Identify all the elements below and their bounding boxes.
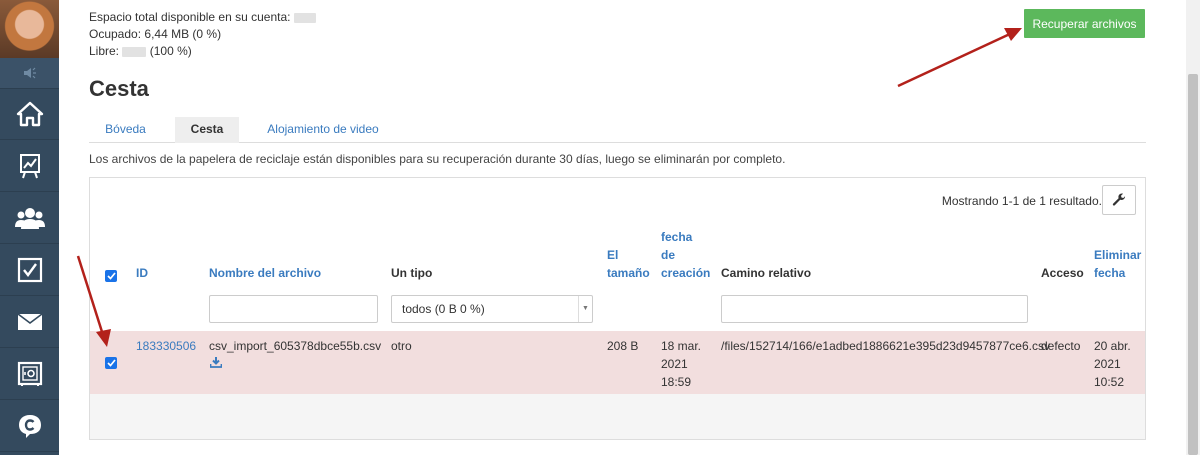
tab-boveda[interactable]: Bóveda (89, 117, 162, 143)
storage-used-value: 6,44 MB (0 %) (144, 27, 222, 41)
storage-total: Espacio total disponible en su cuenta: (89, 9, 316, 26)
file-type: otro (391, 339, 412, 353)
page-title: Cesta (89, 76, 149, 101)
tab-bar: Bóveda Cesta Alojamiento de video (89, 117, 1146, 143)
page-scrollbar[interactable] (1186, 0, 1200, 455)
check-icon (106, 359, 116, 367)
storage-total-label: Espacio total disponible en su cuenta: (89, 10, 291, 24)
date-line: 20 abr. (1094, 339, 1131, 353)
file-id-link[interactable]: 183330506 (136, 337, 196, 355)
row-checkbox[interactable] (105, 357, 117, 369)
column-header-id[interactable]: ID (136, 264, 148, 282)
speaker-icon (23, 67, 36, 79)
avatar[interactable] (0, 0, 59, 58)
column-header-type: Un tipo (391, 266, 433, 280)
chevron-down-icon: ▼ (578, 296, 592, 322)
date-line: 2021 (661, 357, 688, 371)
chart-board-icon (19, 153, 40, 178)
column-header-delete-date[interactable]: Eliminar fecha (1094, 246, 1141, 282)
envelope-icon (17, 312, 42, 330)
header-line: de (661, 248, 676, 262)
safe-icon (17, 361, 42, 386)
date-line: 10:52 (1094, 375, 1125, 389)
header-line: El (607, 248, 619, 262)
sidebar-item-mail[interactable] (0, 296, 59, 348)
redacted-value (122, 46, 147, 57)
date-line: 18 mar. (661, 339, 702, 353)
sidebar-item-support[interactable] (0, 400, 59, 452)
select-all-checkbox[interactable] (105, 270, 117, 282)
storage-used: Ocupado: 6,44 MB (0 %) (89, 26, 316, 43)
name-filter-input[interactable] (209, 295, 378, 323)
home-icon (16, 101, 43, 127)
file-size: 208 B (607, 339, 639, 353)
redacted-value (293, 12, 316, 23)
storage-free-label: Libre: (89, 44, 120, 58)
recover-files-button[interactable]: Recuperar archivos (1024, 9, 1145, 38)
sound-toggle[interactable] (0, 58, 59, 88)
file-access: defecto (1041, 339, 1081, 353)
column-header-created[interactable]: fecha de creación (661, 228, 710, 282)
checkbox-icon (17, 257, 42, 282)
header-line: fecha (661, 230, 693, 244)
tab-video-hosting[interactable]: Alojamiento de video (253, 117, 393, 143)
file-path: /files/152714/166/e1adbed1886621e395d23d… (721, 339, 1050, 353)
table-footer (90, 394, 1145, 439)
column-header-size[interactable]: El tamaño (607, 246, 650, 282)
storage-free-value: (100 %) (149, 44, 192, 58)
info-text: Los archivos de la papelera de reciclaje… (89, 152, 786, 166)
sidebar-item-statistics[interactable] (0, 140, 59, 192)
sidebar (0, 0, 59, 455)
download-icon[interactable] (209, 357, 223, 371)
file-created-date: 18 mar. 2021 18:59 (661, 337, 701, 391)
storage-info: Espacio total disponible en su cuenta: O… (89, 9, 316, 60)
header-line: Eliminar (1094, 248, 1142, 262)
header-line: tamaño (607, 266, 650, 280)
sidebar-item-users[interactable] (0, 192, 59, 244)
type-filter-value: todos (0 B 0 %) (402, 302, 485, 316)
scrollbar-thumb[interactable] (1188, 74, 1198, 455)
header-line: fecha (1094, 266, 1126, 280)
result-summary: Mostrando 1-1 de 1 resultado. (941, 194, 1102, 208)
date-line: 2021 (1094, 357, 1121, 371)
main-content: Espacio total disponible en su cuenta: O… (89, 0, 1146, 455)
table-settings-button[interactable] (1102, 185, 1136, 215)
column-header-access: Acceso (1041, 266, 1084, 280)
path-filter-input[interactable] (721, 295, 1028, 323)
tab-cesta[interactable]: Cesta (175, 117, 239, 143)
check-icon (106, 272, 116, 280)
users-icon (14, 207, 45, 229)
wrench-icon (1112, 193, 1126, 206)
table-row[interactable]: 183330506 csv_import_605378dbce55b.csv o… (90, 331, 1145, 394)
storage-free: Libre: (100 %) (89, 43, 316, 60)
file-name: csv_import_605378dbce55b.csv (209, 339, 382, 353)
column-header-name[interactable]: Nombre del archivo (209, 264, 321, 282)
type-filter-select[interactable]: todos (0 B 0 %) ▼ (391, 295, 593, 323)
sidebar-item-safe[interactable] (0, 348, 59, 400)
file-deleted-date: 20 abr. 2021 10:52 (1094, 337, 1131, 391)
sidebar-item-home[interactable] (0, 88, 59, 140)
date-line: 18:59 (661, 375, 692, 389)
storage-used-label: Ocupado: (89, 27, 142, 41)
sidebar-item-tasks[interactable] (0, 244, 59, 296)
files-table: Mostrando 1-1 de 1 resultado. ID Nombre … (89, 177, 1146, 440)
chat-logo-icon (18, 414, 41, 438)
column-header-path: Camino relativo (721, 266, 812, 280)
header-line: creación (661, 266, 711, 280)
